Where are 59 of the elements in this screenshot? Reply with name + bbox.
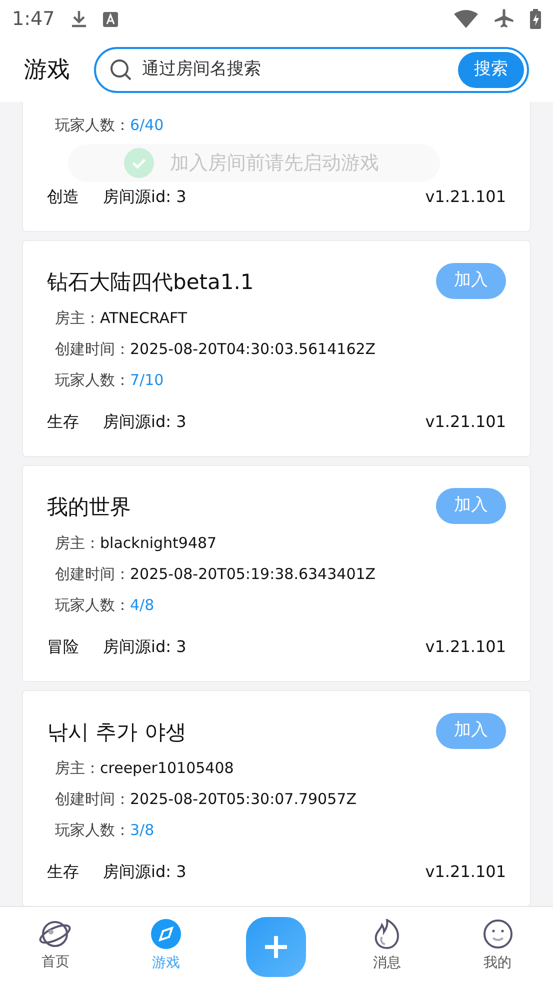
nav-tab[interactable]: 游戏 bbox=[110, 919, 222, 974]
check-icon bbox=[124, 148, 154, 178]
download-icon bbox=[70, 10, 87, 28]
room-source: 房间源id: 3 bbox=[103, 636, 188, 658]
created-time-label: 创建时间： bbox=[55, 790, 130, 808]
plus-icon bbox=[265, 936, 288, 958]
join-button[interactable]: 加入 bbox=[436, 713, 506, 749]
room-owner: blacknight9487 bbox=[100, 534, 217, 552]
game-mode: 冒险 bbox=[47, 636, 79, 658]
game-version: v1.21.101 bbox=[425, 861, 506, 883]
created-time-label: 创建时间： bbox=[55, 565, 130, 583]
smiley-icon bbox=[482, 919, 513, 949]
nav-tab[interactable]: 消息 bbox=[332, 919, 442, 974]
game-mode: 生存 bbox=[47, 411, 79, 433]
created-time: 2025-08-20T05:19:38.6343401Z bbox=[130, 565, 376, 583]
game-mode: 创造 bbox=[47, 186, 79, 208]
player-count-label: 玩家人数： bbox=[55, 821, 130, 839]
page-title: 游戏 bbox=[24, 56, 71, 85]
flame-icon bbox=[373, 919, 402, 949]
player-count-label: 玩家人数： bbox=[55, 116, 130, 134]
search-field[interactable]: 通过房间名搜索 搜索 bbox=[94, 47, 529, 93]
player-count-label: 玩家人数： bbox=[55, 371, 130, 389]
room-name: 낚시 추가 야생 bbox=[47, 719, 186, 746]
room-source: 房间源id: 3 bbox=[103, 861, 188, 883]
room-source: 房间源id: 3 bbox=[103, 186, 188, 208]
player-count: 7/10 bbox=[130, 371, 164, 389]
game-mode: 生存 bbox=[47, 861, 79, 883]
player-count: 4/8 bbox=[130, 596, 154, 614]
room-source: 房间源id: 3 bbox=[103, 411, 188, 433]
created-time: 2025-08-20T04:30:03.5614162Z bbox=[130, 340, 376, 358]
compass-icon bbox=[150, 919, 181, 949]
room-owner-label: 房主： bbox=[55, 534, 100, 552]
room-name: 我的世界 bbox=[47, 494, 131, 521]
room-owner: creeper10105408 bbox=[100, 759, 234, 777]
player-count: 6/40 bbox=[130, 116, 164, 134]
room-owner-label: 房主： bbox=[55, 309, 100, 327]
add-button[interactable] bbox=[246, 916, 306, 976]
room-owner: ATNECRAFT bbox=[100, 309, 188, 327]
search-icon bbox=[110, 59, 132, 81]
airplane-icon bbox=[494, 9, 514, 29]
game-version: v1.21.101 bbox=[425, 636, 506, 658]
player-count: 3/8 bbox=[130, 821, 154, 839]
join-button[interactable]: 加入 bbox=[436, 263, 506, 299]
nav-tab[interactable]: 首页 bbox=[0, 920, 111, 973]
player-count-label: 玩家人数： bbox=[55, 596, 130, 614]
planet-icon bbox=[39, 920, 72, 948]
wifi-icon bbox=[454, 10, 478, 28]
notification-icon bbox=[102, 12, 118, 26]
game-version: v1.21.101 bbox=[425, 186, 506, 208]
join-button[interactable]: 加入 bbox=[436, 488, 506, 524]
created-time: 2025-08-20T05:30:07.79057Z bbox=[130, 790, 356, 808]
status-time: 1:47 bbox=[12, 6, 55, 32]
room-name: 钻石大陆四代beta1.1 bbox=[47, 269, 254, 296]
battery-icon bbox=[530, 9, 541, 29]
game-version: v1.21.101 bbox=[425, 411, 506, 433]
room-owner-label: 房主： bbox=[55, 759, 100, 777]
search-button[interactable]: 搜索 bbox=[458, 52, 524, 88]
created-time-label: 创建时间： bbox=[55, 340, 130, 358]
nav-tab[interactable]: 我的 bbox=[442, 919, 553, 974]
